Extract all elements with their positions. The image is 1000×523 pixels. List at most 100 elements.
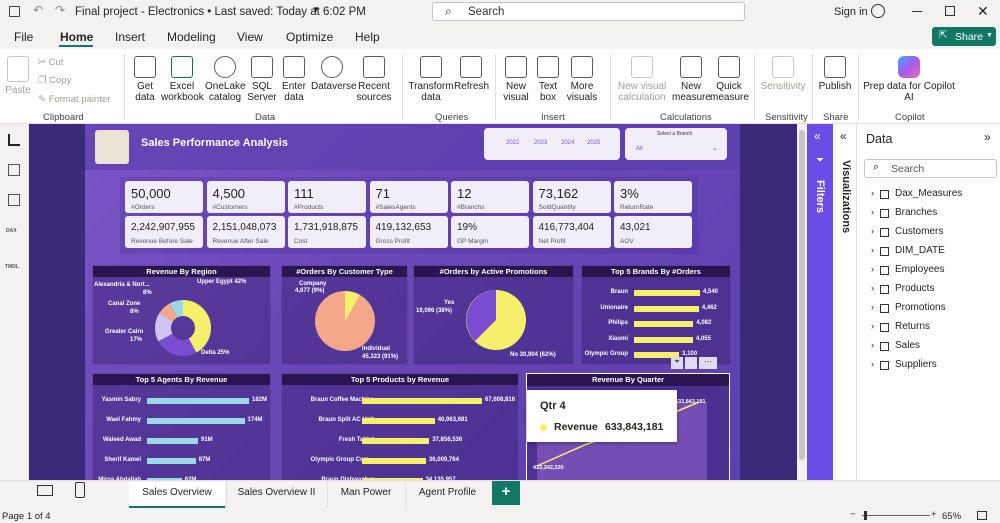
bar[interactable]: [362, 418, 435, 424]
more-options-icon[interactable]: ⋯: [699, 357, 717, 369]
bar[interactable]: [634, 290, 700, 296]
chevron-right-icon[interactable]: ›: [871, 302, 874, 312]
bar[interactable]: [147, 438, 198, 444]
copy-button[interactable]: ❐ Copy: [38, 75, 71, 86]
menu-optimize[interactable]: Optimize: [286, 30, 333, 44]
zoom-slider[interactable]: [862, 515, 930, 516]
data-table-item[interactable]: › Products: [871, 282, 996, 298]
kpi-card[interactable]: 2,151,048,073 Revenue After Sale: [206, 216, 285, 248]
customer-type-pie-chart[interactable]: [312, 288, 378, 354]
zoom-slider-thumb[interactable]: [864, 511, 867, 520]
chevron-right-icon[interactable]: ›: [871, 359, 874, 369]
year-2024[interactable]: 2024: [561, 140, 574, 146]
add-page-button[interactable]: +: [492, 481, 520, 505]
model-view-icon[interactable]: [8, 194, 20, 206]
new-measure-button[interactable]: New measure: [672, 56, 711, 103]
sensitivity-button[interactable]: Sensitivity: [760, 56, 806, 92]
filters-pane-collapsed[interactable]: « ⏷ Filters: [807, 124, 833, 480]
mobile-layout-icon[interactable]: [75, 482, 85, 498]
orders-by-customer-type-card[interactable]: #Orders By Customer Type Company 4,677 (…: [281, 265, 408, 365]
dataverse-button[interactable]: Dataverse: [311, 56, 357, 92]
orders-by-promotions-card[interactable]: #Orders by Active Promotions Yes 19,096 …: [413, 265, 574, 365]
top-products-card[interactable]: Top 5 Products by Revenue Braun Coffee M…: [281, 373, 519, 480]
data-table-item[interactable]: › Branches: [871, 206, 996, 222]
chevron-down-icon[interactable]: ▼: [312, 5, 320, 14]
data-table-item[interactable]: › DIM_DATE: [871, 244, 996, 260]
tmdl-view-icon[interactable]: TMDL: [5, 264, 19, 270]
prep-data-copilot-button[interactable]: Prep data for Copilot AI: [862, 56, 956, 103]
bar[interactable]: [634, 305, 699, 312]
format-painter-button[interactable]: ✎ Format painter: [38, 94, 110, 105]
onelake-catalog-button[interactable]: OneLake catalog: [205, 56, 246, 103]
chevron-right-icon[interactable]: ›: [871, 188, 874, 198]
sql-server-button[interactable]: SQL Server: [247, 56, 277, 103]
menu-insert[interactable]: Insert: [115, 30, 145, 44]
bar[interactable]: [362, 458, 426, 464]
kpi-card[interactable]: 19% GP Margin: [451, 216, 529, 248]
chevron-right-icon[interactable]: ›: [871, 226, 874, 236]
sign-in-link[interactable]: Sign in: [834, 6, 868, 18]
expand-filters-icon[interactable]: «: [814, 129, 821, 143]
bar[interactable]: [147, 418, 245, 424]
document-title[interactable]: Final project - Electronics • Last saved…: [75, 6, 366, 18]
year-2022[interactable]: 2022: [506, 140, 519, 146]
share-button[interactable]: ⇱ Share ▼: [932, 27, 996, 46]
new-visual-button[interactable]: New visual: [500, 56, 532, 103]
search-input[interactable]: ⌕ Search: [432, 2, 745, 21]
data-table-item[interactable]: › Suppliers: [871, 358, 996, 374]
save-icon[interactable]: [9, 6, 20, 17]
menu-file[interactable]: File: [14, 30, 33, 44]
tab-sales-overview[interactable]: Sales Overview: [129, 482, 225, 508]
menu-view[interactable]: View: [237, 30, 263, 44]
menu-modeling[interactable]: Modeling: [167, 30, 216, 44]
fit-to-page-icon[interactable]: [977, 511, 987, 520]
recent-sources-button[interactable]: Recent sources: [354, 56, 394, 103]
text-box-button[interactable]: Text box: [534, 56, 562, 103]
kpi-card[interactable]: 1,731,918,875 Cost: [288, 216, 366, 248]
data-table-item[interactable]: › Customers: [871, 225, 996, 241]
minimize-icon[interactable]: [912, 11, 922, 12]
chevron-right-icon[interactable]: ›: [871, 340, 874, 350]
branch-slicer[interactable]: Select a Branch All ⌄: [625, 128, 727, 160]
cut-button[interactable]: ✂ Cut: [38, 57, 63, 68]
maximize-icon[interactable]: [945, 6, 955, 16]
revenue-by-quarter-card[interactable]: Revenue By Quarter 633,843,181 433,342,3…: [526, 373, 730, 480]
kpi-card[interactable]: 111 #Products: [288, 181, 366, 213]
chevron-right-icon[interactable]: ›: [871, 283, 874, 293]
chevron-right-icon[interactable]: ›: [871, 321, 874, 331]
kpi-card[interactable]: 50,000 #Orders: [125, 181, 203, 213]
chevron-right-icon[interactable]: ›: [871, 264, 874, 274]
zoom-out-icon[interactable]: −: [850, 509, 856, 520]
year-2025[interactable]: 2025: [587, 140, 600, 146]
bar[interactable]: [634, 336, 693, 343]
data-table-item[interactable]: › Dax_Measures: [871, 187, 996, 203]
paste-button[interactable]: Paste: [4, 56, 32, 96]
desktop-layout-icon[interactable]: [37, 485, 53, 496]
scrollbar-thumb[interactable]: [799, 130, 805, 460]
bar[interactable]: [147, 398, 249, 404]
more-visuals-button[interactable]: More visuals: [564, 56, 600, 103]
bar[interactable]: [147, 458, 196, 464]
menu-help[interactable]: Help: [355, 30, 380, 44]
enter-data-button[interactable]: Enter data: [279, 56, 309, 103]
top-brands-card[interactable]: Top 5 Brands By #Orders Braun 4,540 Uniona…: [581, 265, 731, 365]
account-icon[interactable]: [871, 4, 885, 18]
report-view-icon[interactable]: [8, 134, 20, 146]
publish-button[interactable]: Publish: [817, 56, 853, 92]
filter-icon[interactable]: ⏷: [671, 357, 683, 369]
bar[interactable]: [362, 438, 430, 444]
bar[interactable]: [362, 398, 482, 404]
table-view-icon[interactable]: [8, 164, 20, 176]
quick-measure-button[interactable]: Quick measure: [710, 56, 749, 103]
close-icon[interactable]: ✕: [977, 3, 989, 20]
kpi-card[interactable]: 71 #SalesAgents: [369, 181, 448, 213]
promotions-pie-chart[interactable]: [463, 287, 529, 353]
bar[interactable]: [634, 321, 694, 327]
focus-mode-icon[interactable]: [685, 357, 697, 369]
kpi-card[interactable]: 73,162 SoldQuantity: [532, 181, 611, 213]
canvas-scrollbar[interactable]: [797, 124, 807, 480]
year-slicer[interactable]: 2022 2023 2024 2025: [484, 128, 620, 160]
region-donut-chart[interactable]: [143, 288, 223, 368]
kpi-card[interactable]: 3% ReturnRate: [614, 181, 692, 213]
redo-icon[interactable]: ↷: [55, 3, 65, 17]
